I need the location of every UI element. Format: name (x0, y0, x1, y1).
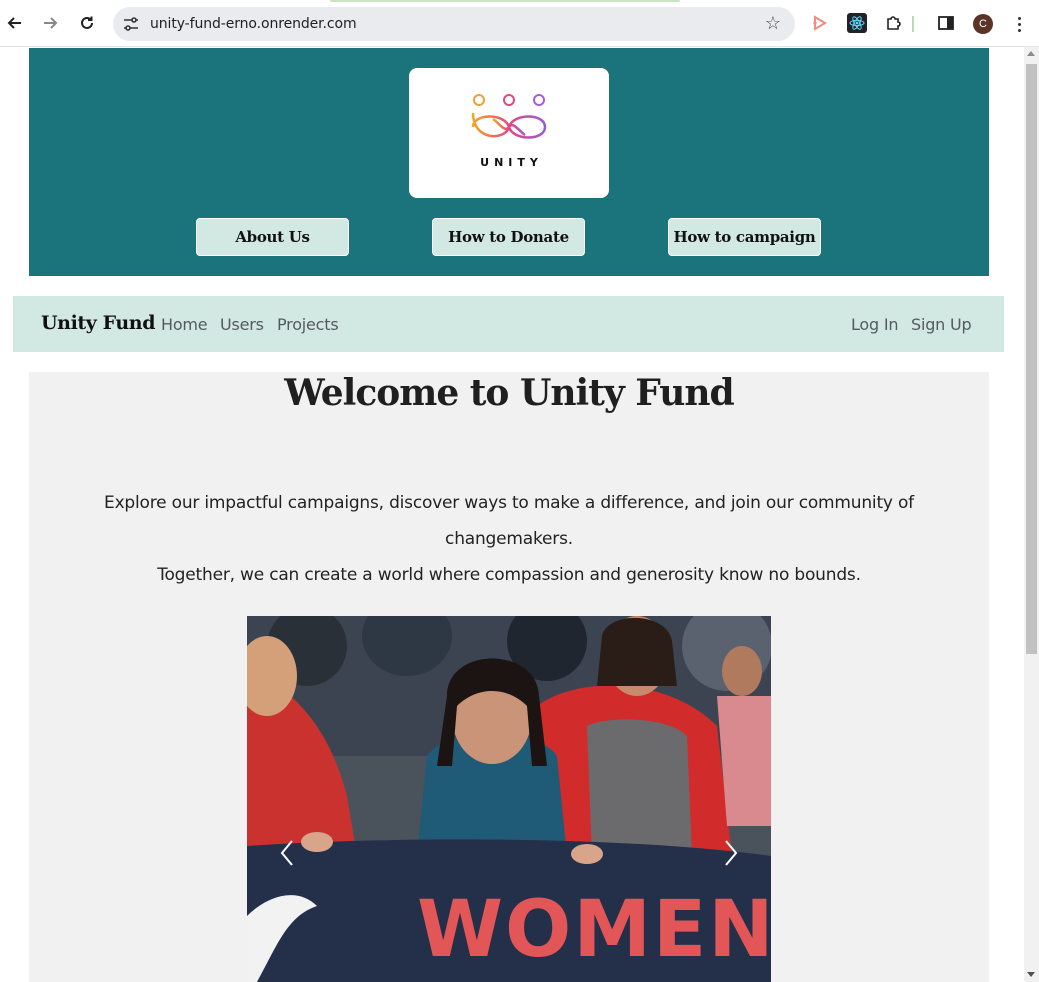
how-to-campaign-button[interactable]: How to campaign (668, 218, 821, 256)
back-button[interactable] (3, 11, 27, 35)
url-text[interactable]: unity-fund-erno.onrender.com (150, 16, 357, 32)
unity-logo[interactable]: UNITY (409, 68, 609, 198)
scroll-up-arrow-icon[interactable] (1027, 51, 1035, 56)
intro-line-2: Together, we can create a world where co… (157, 565, 861, 585)
scroll-down-arrow-icon[interactable] (1027, 972, 1035, 977)
image-carousel[interactable]: WOMEN (247, 616, 771, 982)
side-panel-icon[interactable] (935, 12, 957, 34)
address-bar[interactable]: unity-fund-erno.onrender.com ☆ (113, 7, 795, 41)
login-link[interactable]: Log In (851, 315, 899, 334)
main-content: Welcome to Unity Fund Explore our impact… (29, 372, 989, 982)
browser-menu-icon[interactable] (1011, 12, 1027, 36)
reload-button[interactable] (75, 11, 99, 35)
how-to-donate-button[interactable]: How to Donate (432, 218, 585, 256)
logo-wordmark: UNITY (480, 156, 543, 169)
chevron-right-icon[interactable] (721, 838, 741, 868)
nav-link-users[interactable]: Users (220, 315, 264, 334)
extensions-puzzle-icon[interactable] (883, 12, 905, 34)
main-navbar: Unity Fund Home Users Projects Log In Si… (13, 296, 1004, 352)
extension-cast-icon[interactable] (809, 12, 831, 34)
signup-link[interactable]: Sign Up (911, 315, 972, 334)
navbar-brand[interactable]: Unity Fund (41, 312, 156, 334)
profile-avatar[interactable]: C (973, 14, 993, 34)
arrow-right-icon (44, 17, 58, 29)
reload-icon (81, 16, 93, 29)
browser-toolbar: unity-fund-erno.onrender.com ☆ C (0, 0, 1039, 47)
intro-line-1: Explore our impactful campaigns, discove… (104, 493, 914, 549)
site-settings-icon[interactable] (121, 14, 141, 34)
nav-link-projects[interactable]: Projects (277, 315, 339, 334)
about-us-button[interactable]: About Us (196, 218, 349, 256)
page-title: Welcome to Unity Fund (284, 372, 734, 414)
bookmark-star-icon[interactable]: ☆ (765, 13, 781, 34)
carousel-photo: WOMEN (247, 616, 771, 982)
toolbar-divider (912, 16, 914, 32)
nav-link-home[interactable]: Home (161, 315, 208, 334)
scrollbar-thumb[interactable] (1026, 64, 1037, 654)
hero-header: UNITY About Us How to Donate How to camp… (29, 48, 989, 276)
banner-text: WOMEN (417, 885, 771, 975)
arrow-left-icon (7, 17, 21, 29)
chevron-left-icon[interactable] (277, 838, 297, 868)
intro-text: Explore our impactful campaigns, discove… (49, 485, 969, 593)
forward-button[interactable] (38, 11, 62, 35)
unity-logo-icon (471, 94, 547, 139)
tab-strip-accent (330, 0, 680, 2)
react-devtools-icon[interactable] (846, 12, 868, 34)
page-scrollbar[interactable] (1024, 47, 1039, 982)
